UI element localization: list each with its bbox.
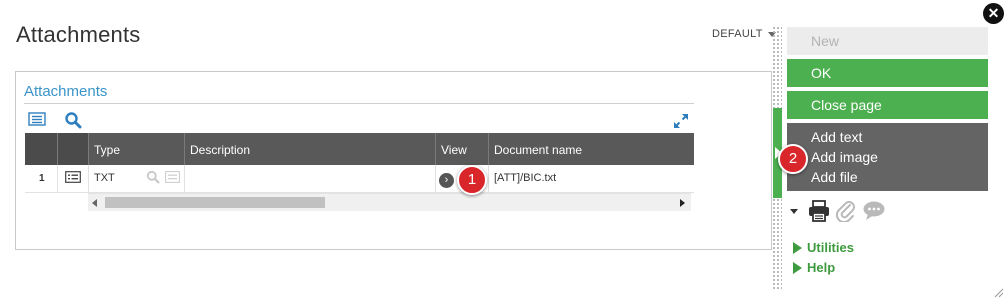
attachments-grid: Type Description View Document name 1 TX… [25,133,694,193]
add-file-button[interactable]: Add file [811,169,858,185]
type-detail-icon[interactable] [165,171,180,183]
column-header-document-name[interactable]: Document name [489,133,694,165]
scroll-right-icon[interactable] [680,199,685,207]
row-number: 1 [39,173,45,184]
resize-grip-icon[interactable] [994,288,1004,298]
expand-icon[interactable] [672,112,690,130]
row-number-cell: 1 [25,165,58,192]
close-page-button[interactable]: Close page [787,91,988,119]
add-image-button[interactable]: Add image [811,149,878,165]
page-title: Attachments [16,22,141,47]
document-name: [ATT]/BIC.txt [494,172,557,184]
column-header-type[interactable]: Type [89,133,185,165]
search-icon[interactable] [64,111,82,129]
variant-label: DEFAULT [712,28,763,40]
add-text-button[interactable]: Add text [811,129,862,145]
utilities-label: Utilities [807,240,854,255]
ok-button[interactable]: OK [787,59,988,87]
description-cell[interactable] [185,165,436,192]
step-badge-1: 1 [457,165,487,195]
scrollbar-thumb[interactable] [105,197,325,208]
chevron-down-icon[interactable] [790,208,798,214]
type-cell[interactable]: TXT [89,165,185,192]
print-icon[interactable] [808,200,830,222]
view-button[interactable]: › [439,173,454,188]
column-header-view[interactable]: View [436,133,489,165]
scroll-left-icon[interactable] [92,199,97,207]
row-detail-icon[interactable] [65,171,81,183]
expand-triangle-icon [793,241,802,254]
row-detail-cell[interactable] [58,165,89,192]
section-title: Attachments [24,83,108,100]
add-actions-group: Add text Add image Add file [787,123,988,191]
utilities-link[interactable]: Utilities [793,240,854,255]
grid-header: Type Description View Document name [25,133,694,165]
step-badge-2: 2 [778,144,808,174]
list-icon[interactable] [28,112,46,126]
variant-selector[interactable]: DEFAULT [712,28,776,40]
expand-triangle-icon [793,261,802,274]
section-divider [24,103,694,104]
type-value: TXT [94,172,115,184]
header-icon [58,133,89,165]
horizontal-scrollbar[interactable] [88,193,691,211]
table-row[interactable]: 1 TXT › [ATT]/BIC.txt [25,165,694,193]
paperclip-icon[interactable] [836,200,856,222]
help-link[interactable]: Help [793,260,835,275]
column-header-description[interactable]: Description [185,133,436,165]
lookup-search-icon[interactable] [146,170,160,184]
comment-icon[interactable] [862,200,886,222]
toolbar-icons [790,200,886,222]
new-button[interactable]: New [787,27,988,55]
header-rownum [25,133,58,165]
document-name-cell[interactable]: [ATT]/BIC.txt [489,165,694,192]
help-label: Help [807,260,836,275]
close-icon[interactable]: ✕ [983,3,1004,24]
